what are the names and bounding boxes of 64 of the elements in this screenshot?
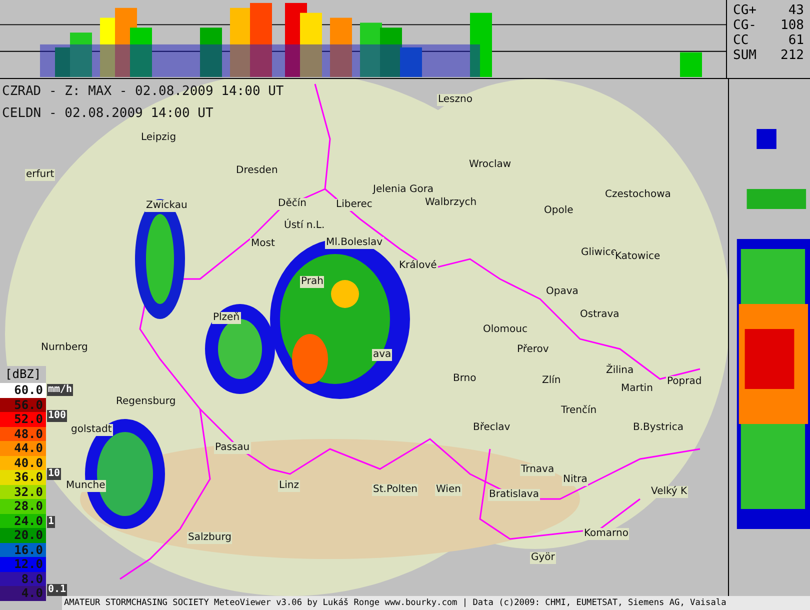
footer-credits: AMATEUR STORMCHASING SOCIETY MeteoViewer v3.06 by Lukáš Ronge www.bourky.com | Data (c)2009: CHMI, EUMETSAT, Siemens AG, Vaisala	[62, 596, 810, 610]
city-label: Komarno	[583, 528, 630, 540]
city-label: Nurnberg	[40, 342, 89, 354]
legend-step: 60.0	[0, 383, 46, 398]
legend-step: 32.0	[0, 484, 46, 499]
city-label: Jelenia Gora	[372, 184, 435, 196]
rain-rate-mark: 0.1	[47, 584, 68, 596]
city-label: Walbrzych	[424, 197, 478, 209]
city-label: Opole	[543, 205, 574, 217]
stat-label: SUM	[733, 48, 756, 63]
legend-step: 52.0	[0, 412, 46, 426]
city-label: Opava	[545, 286, 580, 298]
legend-step: 24.0	[0, 514, 46, 528]
city-label: Plzeň	[212, 312, 241, 324]
city-label: Nitra	[562, 474, 588, 486]
city-label: Velký K	[650, 486, 688, 498]
city-label: Wien	[435, 484, 462, 496]
city-label: erfurt	[25, 169, 56, 181]
rain-rate-mark: 100	[47, 410, 68, 422]
city-label: golstadt	[70, 424, 113, 436]
city-label: Poprad	[666, 376, 703, 388]
rain-rate-mark: 1	[47, 516, 56, 528]
legend-step: 48.0	[0, 426, 46, 441]
stat-label: CC	[733, 33, 749, 48]
radar-header-text: CZRAD - Z: MAX - 02.08.2009 14:00 UT	[2, 83, 284, 101]
city-label: Děčín	[277, 198, 308, 210]
legend-step: 36.0	[0, 470, 46, 484]
legend-unit: [dBZ]	[4, 366, 42, 383]
lightning-header-text: CELDN - 02.08.2009 14:00 UT	[2, 105, 214, 123]
legend-step: 8.0	[0, 572, 46, 586]
stat-value: 61	[788, 33, 804, 48]
city-label: Liberec	[335, 199, 374, 211]
stat-value: 43	[788, 3, 804, 18]
city-label: Prah	[300, 276, 324, 288]
legend-step: 20.0	[0, 528, 46, 542]
rain-unit-label: mm/h	[47, 384, 74, 396]
legend-step: 44.0	[0, 441, 46, 456]
city-label: Ml.Boleslav	[325, 237, 384, 249]
city-label: St.Polten	[372, 484, 418, 496]
city-label: Salzburg	[187, 532, 232, 544]
city-label: Regensburg	[115, 396, 177, 408]
city-label: B.Bystrica	[632, 422, 684, 434]
city-label: Passau	[214, 442, 251, 454]
legend-step: 4.0	[0, 586, 46, 600]
city-label: Munche	[65, 480, 106, 492]
city-label: Linz	[278, 480, 300, 492]
city-label: Leipzig	[140, 132, 178, 144]
stat-label: CG+	[733, 3, 756, 18]
city-label: Leszno	[437, 94, 474, 106]
stat-value: 108	[780, 18, 804, 33]
stat-value: 212	[780, 48, 804, 63]
city-label: Zwickau	[145, 200, 188, 212]
stat-label: CG-	[733, 18, 756, 33]
legend-step: 12.0	[0, 557, 46, 572]
city-label: Trnava	[520, 464, 556, 476]
legend-step: 56.0	[0, 398, 46, 412]
rain-rate-mark: 10	[47, 468, 62, 480]
city-label: Bratislava	[488, 489, 540, 501]
city-label: ava	[372, 349, 392, 361]
legend-step: 16.0	[0, 542, 46, 557]
city-label: Györ	[530, 552, 556, 564]
city-label: Králové	[398, 260, 438, 272]
legend-step: 28.0	[0, 499, 46, 514]
legend-step: 40.0	[0, 456, 46, 470]
